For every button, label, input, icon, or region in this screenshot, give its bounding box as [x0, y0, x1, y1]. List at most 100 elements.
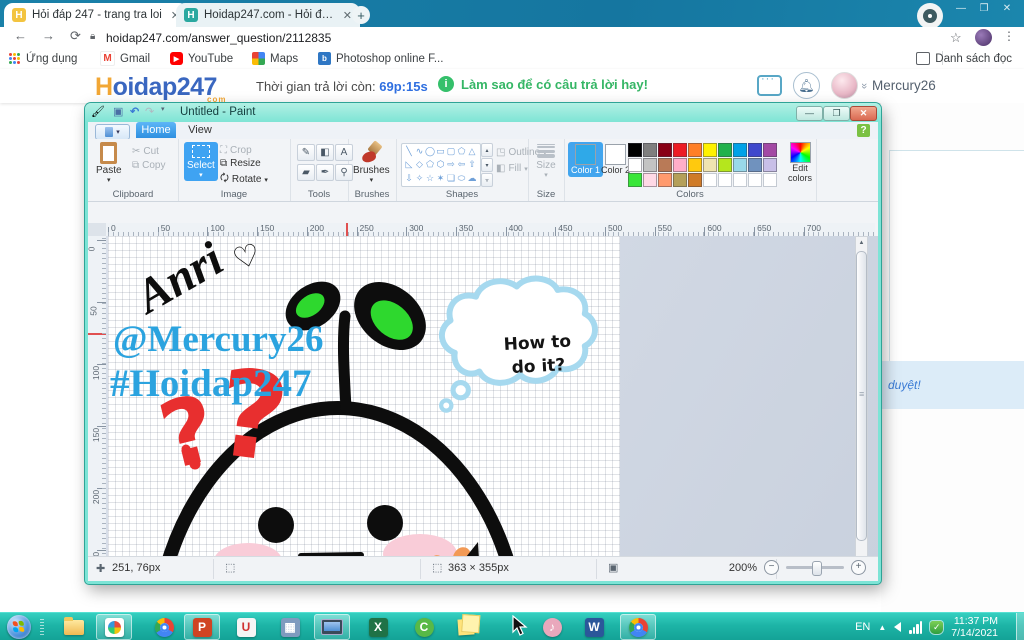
palette-color-5[interactable] — [703, 143, 717, 157]
paint-maximize-button[interactable]: ❐ — [823, 106, 850, 121]
shape-5[interactable]: ⬠ — [457, 145, 467, 157]
palette-color-20[interactable] — [628, 173, 642, 187]
shape-15[interactable]: ✧ — [415, 172, 425, 184]
edit-colors-button[interactable]: Edit colors — [784, 142, 816, 183]
language-indicator[interactable]: EN — [855, 621, 870, 633]
shape-12[interactable]: ⇦ — [457, 159, 467, 171]
rotate-button[interactable]: 🗘 Rotate ▾ — [220, 171, 268, 188]
pencil-tool-icon[interactable]: ✎ — [297, 144, 315, 161]
bookmark-youtube[interactable]: ▶ YouTube — [170, 50, 233, 67]
palette-empty-25[interactable] — [703, 173, 717, 187]
save-icon[interactable]: ▣ — [113, 105, 123, 118]
palette-color-4[interactable] — [688, 143, 702, 157]
palette-color-6[interactable] — [718, 143, 732, 157]
palette-color-15[interactable] — [703, 158, 717, 172]
notification-bell-icon[interactable]: 🔔︎ — [793, 72, 820, 99]
window-maximize-button[interactable]: ❐ — [975, 2, 993, 15]
taskbar-powerpoint[interactable]: P — [184, 614, 220, 640]
browser-tab-2[interactable]: H Hoidap247.com - Hỏi đáp online ✕ — [176, 3, 360, 27]
undo-icon[interactable]: ↶ — [130, 105, 139, 118]
site-logo[interactable]: Hoidap247 com — [95, 73, 225, 104]
taskbar-paint[interactable] — [96, 614, 132, 640]
network-icon[interactable] — [909, 620, 923, 634]
paint-titlebar[interactable]: 🖌︎ ▣ ↶ ↷ ▾ Untitled - Paint — ❐ ✕ — [85, 103, 881, 122]
palette-empty-28[interactable] — [748, 173, 762, 187]
shape-2[interactable]: ◯ — [425, 145, 435, 157]
palette-color-7[interactable] — [733, 143, 747, 157]
taskbar-chrome[interactable] — [146, 614, 182, 640]
reading-list-button[interactable]: Danh sách đọc — [916, 50, 1012, 67]
taskbar-calculator[interactable]: ▦ — [272, 614, 308, 640]
back-button[interactable]: ← — [14, 28, 27, 43]
taskbar-sticky-notes[interactable] — [448, 614, 484, 640]
palette-color-23[interactable] — [673, 173, 687, 187]
window-minimize-button[interactable]: — — [952, 2, 970, 15]
tab-close-icon[interactable]: ✕ — [343, 9, 352, 22]
palette-color-8[interactable] — [748, 143, 762, 157]
reload-button[interactable]: ⟳ — [70, 28, 81, 44]
shape-0[interactable]: ╲ — [404, 145, 414, 157]
redo-icon[interactable]: ↷ — [145, 105, 154, 118]
zoom-out-button[interactable]: − — [764, 560, 779, 575]
address-bar[interactable]: hoidap247.com/answer_question/2112835 — [106, 31, 331, 45]
paint-close-button[interactable]: ✕ — [850, 106, 877, 121]
paint-tab-view[interactable]: View — [180, 122, 220, 138]
zoom-slider-thumb[interactable] — [812, 561, 822, 576]
shape-13[interactable]: ⇧ — [467, 159, 477, 171]
palette-color-3[interactable] — [673, 143, 687, 157]
scroll-up-icon[interactable]: ▲ — [856, 237, 867, 250]
bookmark-star-icon[interactable]: ☆ — [950, 30, 962, 46]
shape-14[interactable]: ⇩ — [404, 172, 414, 184]
taskbar-remote-display[interactable] — [314, 614, 350, 640]
shape-10[interactable]: ⬡ — [436, 159, 446, 171]
crop-button[interactable]: ⛶ Crop — [220, 145, 252, 156]
antivirus-shield-icon[interactable]: ✓ — [930, 620, 944, 634]
palette-color-14[interactable] — [688, 158, 702, 172]
show-desktop-button[interactable] — [1016, 613, 1024, 640]
shape-20[interactable]: ☁ — [467, 172, 477, 184]
shape-6[interactable]: △ — [467, 145, 477, 157]
taskbar-unikey[interactable]: U — [228, 614, 264, 640]
cut-button[interactable]: ✂ Cut — [132, 146, 159, 157]
palette-color-12[interactable] — [658, 158, 672, 172]
shape-17[interactable]: ✶ — [436, 172, 446, 184]
zoom-in-button[interactable]: + — [851, 560, 866, 575]
shape-19[interactable]: ⬭ — [457, 172, 467, 184]
scrollbar-thumb[interactable] — [856, 251, 867, 541]
paste-button[interactable]: Paste ▾ — [96, 142, 122, 184]
palette-color-16[interactable] — [718, 158, 732, 172]
size-button[interactable]: Size ▾ — [532, 142, 560, 179]
palette-empty-26[interactable] — [718, 173, 732, 187]
shape-9[interactable]: ⬠ — [425, 159, 435, 171]
fill-tool-icon[interactable]: ◧ — [316, 144, 334, 161]
shape-8[interactable]: ◇ — [415, 159, 425, 171]
brushes-button[interactable]: Brushes ▾ — [353, 140, 390, 184]
paint-minimize-button[interactable]: — — [796, 106, 823, 121]
paint-tab-home[interactable]: Home — [136, 122, 176, 138]
eraser-tool-icon[interactable]: ▰ — [297, 164, 315, 181]
shapes-scroll-up-icon[interactable]: ▴ — [481, 143, 493, 157]
shape-3[interactable]: ▭ — [436, 145, 446, 157]
palette-color-1[interactable] — [643, 143, 657, 157]
zoom-slider[interactable] — [786, 561, 844, 576]
shape-7[interactable]: ◺ — [404, 159, 414, 171]
copy-button[interactable]: ⧉ Copy — [132, 160, 166, 171]
window-close-button[interactable]: ✕ — [998, 2, 1016, 15]
paint-canvas[interactable]: How to do it? ? ? @Mercury26 #Hoidap247 … — [108, 236, 620, 577]
paint-file-menu-button[interactable]: ▾ — [95, 124, 130, 140]
username-label[interactable]: Mercury26 — [872, 78, 936, 93]
palette-color-21[interactable] — [643, 173, 657, 187]
shape-16[interactable]: ☆ — [425, 172, 435, 184]
palette-color-11[interactable] — [643, 158, 657, 172]
shape-fill-button[interactable]: ◧ Fill ▾ — [496, 163, 528, 174]
taskbar-pink-app[interactable]: ♪ — [534, 614, 570, 640]
palette-color-9[interactable] — [763, 143, 777, 157]
palette-color-17[interactable] — [733, 158, 747, 172]
bookmark-photoshop[interactable]: b Photoshop online F... — [318, 50, 443, 67]
taskbar-chrome-recording[interactable] — [620, 614, 656, 640]
chat-icon[interactable] — [757, 73, 782, 96]
shape-1[interactable]: ∿ — [415, 145, 425, 157]
taskbar-word[interactable]: W — [576, 614, 612, 640]
shapes-expand-icon[interactable]: ▿ — [481, 173, 493, 187]
paint-help-icon[interactable]: ? — [857, 124, 870, 137]
